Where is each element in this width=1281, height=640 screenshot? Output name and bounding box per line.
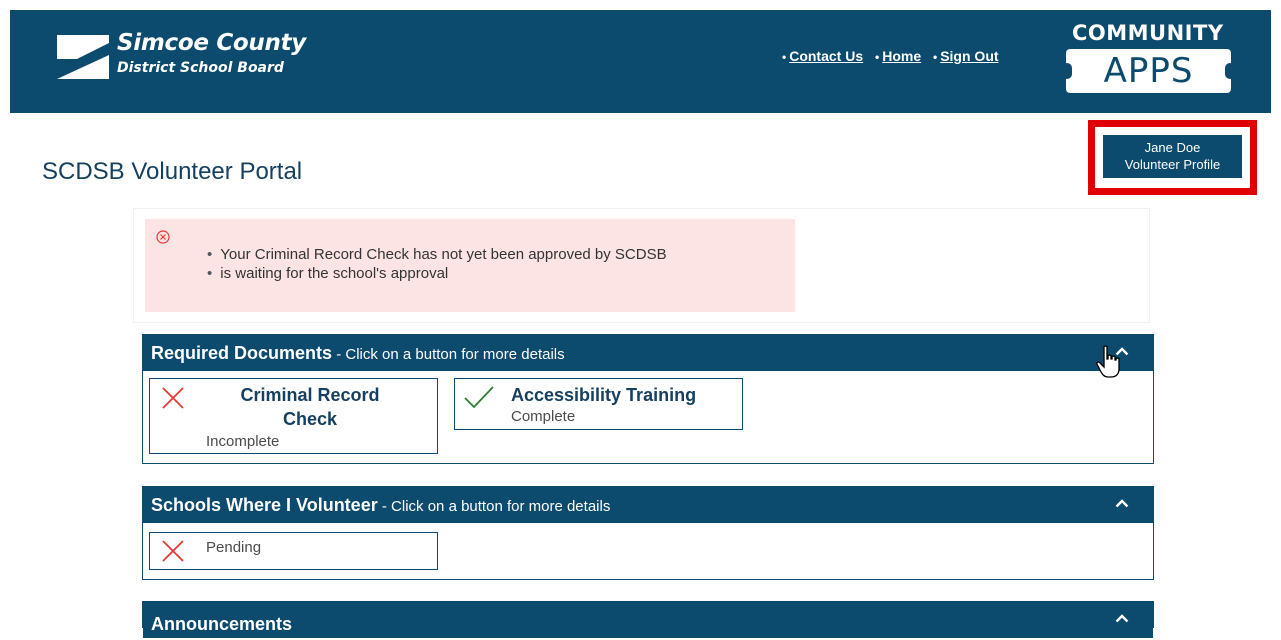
accessibility-training-button[interactable]: Accessibility Training Complete <box>454 378 743 430</box>
scdsb-logo[interactable]: Simcoe County District School Board <box>55 29 325 91</box>
logo-subtitle: District School Board <box>117 60 284 76</box>
brand-apps-text: APPS <box>1103 51 1194 91</box>
doc-title: Criminal Record Check <box>210 383 410 431</box>
profile-name: Jane Doe <box>1144 140 1201 155</box>
chevron-up-icon[interactable] <box>1115 613 1129 623</box>
x-icon <box>162 387 184 409</box>
alert-messages: Your Criminal Record Check has not yet b… <box>208 245 667 283</box>
scdsb-logo-mark-icon <box>57 35 109 79</box>
sign-out-link[interactable]: Sign Out <box>940 48 998 64</box>
hand-pointer-cursor-icon <box>1096 345 1120 378</box>
circle-x-icon <box>156 230 170 244</box>
site-header: Simcoe County District School Board • Con… <box>10 10 1271 113</box>
required-documents-header[interactable]: Required Documents - Click on a button f… <box>143 335 1153 371</box>
nav-bullet: • <box>933 50 938 64</box>
logo-name: Simcoe County <box>117 30 306 56</box>
error-alert: Your Criminal Record Check has not yet b… <box>145 219 795 312</box>
chevron-up-icon[interactable] <box>1115 498 1129 508</box>
profile-label: Volunteer Profile <box>1124 157 1221 172</box>
doc-title-line: Check <box>282 409 338 429</box>
schools-header[interactable]: Schools Where I Volunteer - Click on a b… <box>143 487 1153 523</box>
announcements-section: Announcements <box>142 601 1154 638</box>
section-hint: - Click on a button for more details <box>377 498 611 515</box>
nav-bullet: • <box>782 50 787 64</box>
criminal-record-check-button[interactable]: Criminal Record Check Incomplete <box>149 378 438 454</box>
contact-us-link[interactable]: Contact Us <box>789 48 863 64</box>
school-pending-button[interactable]: Pending <box>149 532 438 570</box>
required-documents-section: Required Documents - Click on a button f… <box>142 334 1154 464</box>
community-apps-logo[interactable]: COMMUNITY APPS <box>1062 21 1247 96</box>
doc-title: Accessibility Training <box>511 385 697 405</box>
section-title: Required Documents <box>151 343 333 363</box>
brand-community: COMMUNITY <box>1072 21 1224 45</box>
announcements-header[interactable]: Announcements <box>143 602 1153 638</box>
section-title: Schools Where I Volunteer <box>151 495 378 515</box>
brand-apps-ticket: APPS <box>1062 49 1235 93</box>
x-icon <box>162 540 184 562</box>
schools-section: Schools Where I Volunteer - Click on a b… <box>142 486 1154 580</box>
alert-message: Your Criminal Record Check has not yet b… <box>208 245 666 264</box>
check-icon <box>464 386 494 409</box>
home-link[interactable]: Home <box>882 48 921 64</box>
doc-status: Incomplete <box>206 433 280 450</box>
doc-status: Complete <box>511 408 576 425</box>
nav-bullet: • <box>875 50 880 64</box>
doc-title-line: Criminal Record <box>240 385 380 405</box>
top-navigation: • Contact Us • Home • Sign Out <box>782 48 999 64</box>
alert-message: is waiting for the school's approval <box>208 264 667 283</box>
top-strip <box>0 0 1281 10</box>
page-title: SCDSB Volunteer Portal <box>42 158 303 185</box>
school-status: Pending <box>206 539 262 556</box>
volunteer-profile-button[interactable]: Jane Doe Volunteer Profile <box>1103 135 1242 178</box>
section-hint: - Click on a button for more details <box>332 346 565 363</box>
section-title: Announcements <box>151 614 293 634</box>
